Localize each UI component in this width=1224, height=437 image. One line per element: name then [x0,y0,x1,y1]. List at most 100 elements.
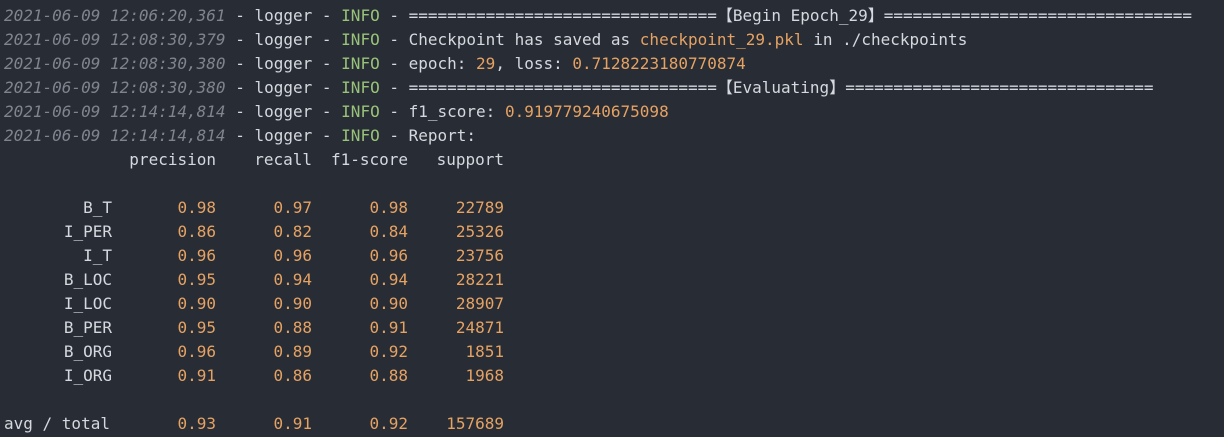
report-support: 1968 [465,366,504,385]
report-total-recall: 0.91 [273,414,312,433]
epoch-label: epoch: [408,54,477,73]
banner-rule-left: ================================ [408,78,717,97]
report-header-cell: f1-score [330,150,408,169]
report-f1-score: 0.84 [369,222,408,241]
log-separator: - [312,54,342,73]
log-timestamp: 2021-06-09 12:08:30,379 [4,30,226,49]
report-recall: 0.86 [273,366,312,385]
report-rows: B_T 0.98 0.97 0.98 22789 I_PER 0.86 0.82 0.84 253… [0,196,1224,388]
log-separator: - [379,6,409,25]
log-line: 2021-06-09 12:08:30,380 - logger - INFO … [0,52,1224,76]
log-logger-name: logger [254,30,313,49]
report-support: 28221 [455,270,504,289]
report-precision: 0.98 [177,198,216,217]
log-separator: - [312,78,342,97]
banner-rule-right: ================================ [845,78,1154,97]
report-class-label: B_PER [63,318,112,337]
report-support: 24871 [455,318,504,337]
report-support: 22789 [455,198,504,217]
f1-label: f1_score: [408,102,505,121]
report-class-label: B_LOC [63,270,112,289]
report-precision: 0.90 [177,294,216,313]
report-precision: 0.96 [177,246,216,265]
report-class-label: I_LOC [63,294,112,313]
log-level: INFO [341,78,380,97]
report-support: 25326 [455,222,504,241]
report-total-label: avg / total [4,414,110,433]
report-row: I_LOC 0.90 0.90 0.90 28907 [0,292,1224,316]
log-separator: - [225,78,255,97]
report-row: I_PER 0.86 0.82 0.84 25326 [0,220,1224,244]
report-row: I_ORG 0.91 0.86 0.88 1968 [0,364,1224,388]
report-f1-score: 0.90 [369,294,408,313]
report-recall: 0.88 [273,318,312,337]
report-class-label: B_T [83,198,112,217]
report-f1-score: 0.92 [369,342,408,361]
report-header-row: precision recall f1-score support [0,148,1224,172]
log-separator: - [379,102,409,121]
checkpoint-message: Checkpoint has saved as [408,30,640,49]
log-separator: - [379,30,409,49]
report-total-f1: 0.92 [369,414,408,433]
report-precision: 0.95 [177,318,216,337]
report-f1-score: 0.94 [369,270,408,289]
log-separator: - [225,30,255,49]
log-separator: - [312,126,342,145]
log-separator: - [312,6,342,25]
report-class-label: B_ORG [63,342,112,361]
report-row: B_LOC 0.95 0.94 0.94 28221 [0,268,1224,292]
log-level: INFO [341,6,380,25]
report-total-precision: 0.93 [177,414,216,433]
report-header-cell: recall [254,150,312,169]
log-separator: - [312,30,342,49]
log-logger-name: logger [254,6,313,25]
banner-title: 【Evaluating】 [716,78,846,97]
report-recall: 0.90 [273,294,312,313]
log-line: 2021-06-09 12:08:30,380 - logger - INFO … [0,76,1224,100]
report-support: 1851 [465,342,504,361]
log-timestamp: 2021-06-09 12:06:20,361 [4,6,226,25]
report-recall: 0.82 [273,222,312,241]
report-total-row: avg / total 0.93 0.91 0.92 157689 [0,412,1224,436]
report-recall: 0.94 [273,270,312,289]
checkpoint-filename: checkpoint_29.pkl [639,30,804,49]
log-timestamp: 2021-06-09 12:14:14,814 [4,102,226,121]
log-logger-name: logger [254,102,313,121]
log-level: INFO [341,126,380,145]
report-f1-score: 0.96 [369,246,408,265]
log-separator: - [225,102,255,121]
checkpoint-dir: in ./checkpoints [803,30,968,49]
log-separator: - [379,78,409,97]
report-row: B_T 0.98 0.97 0.98 22789 [0,196,1224,220]
log-separator: - [379,54,409,73]
report-header-cell: support [436,150,504,169]
report-f1-score: 0.88 [369,366,408,385]
report-recall: 0.96 [273,246,312,265]
log-level: INFO [341,102,380,121]
log-separator: - [379,126,409,145]
report-f1-score: 0.98 [369,198,408,217]
log-separator: - [225,6,255,25]
log-timestamp: 2021-06-09 12:08:30,380 [4,78,226,97]
log-separator: - [312,102,342,121]
banner-rule-left: ================================ [408,6,717,25]
loss-label: , loss: [495,54,573,73]
report-precision: 0.91 [177,366,216,385]
log-logger-name: logger [254,54,313,73]
log-timestamp: 2021-06-09 12:14:14,814 [4,126,226,145]
report-support: 23756 [455,246,504,265]
epoch-value: 29 [476,54,496,73]
log-level: INFO [341,30,380,49]
log-line: 2021-06-09 12:14:14,814 - logger - INFO … [0,124,1224,148]
log-logger-name: logger [254,126,313,145]
report-total-support: 157689 [446,414,504,433]
loss-value: 0.7128223180770874 [572,54,746,73]
banner-title: 【Begin Epoch_29】 [716,6,884,25]
report-f1-score: 0.91 [369,318,408,337]
terminal-output: 2021-06-09 12:06:20,361 - logger - INFO … [0,0,1224,437]
banner-rule-right: ================================ [883,6,1192,25]
log-logger-name: logger [254,78,313,97]
report-precision: 0.95 [177,270,216,289]
